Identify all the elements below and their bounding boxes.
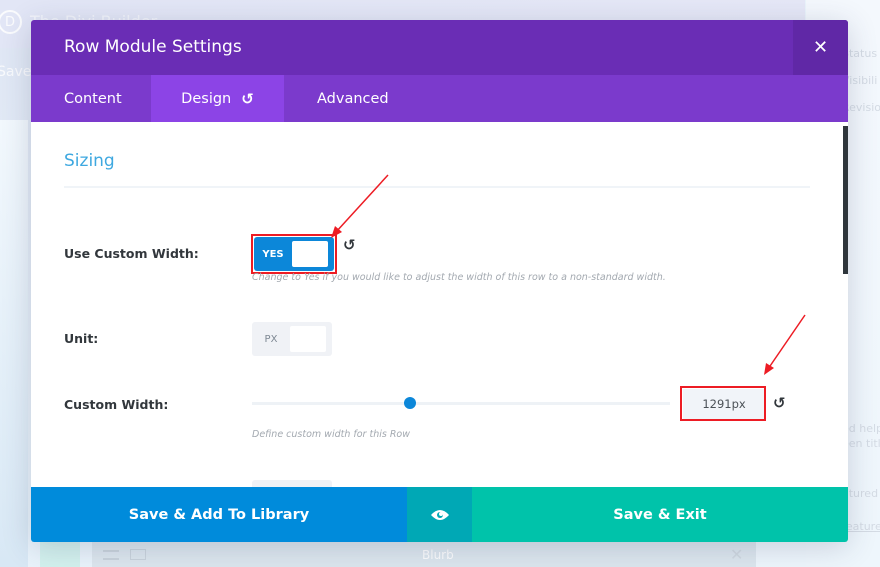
builder-save-label: Save <box>0 64 32 80</box>
custom-width-slider-track[interactable] <box>252 402 670 405</box>
help-text: Change to Yes if you would like to adjus… <box>252 272 666 283</box>
annotation-highlight <box>251 234 337 274</box>
modal-title: Row Module Settings <box>64 37 242 57</box>
toggle-knob <box>290 326 326 352</box>
tab-label: Content <box>64 90 122 107</box>
modal-header: Row Module Settings ✕ <box>31 20 848 75</box>
builder-section-strip <box>40 542 80 567</box>
help-text: Define custom width for this Row <box>252 429 411 440</box>
menu-icon <box>103 550 119 560</box>
button-label: Save & Add To Library <box>128 506 310 523</box>
close-module-icon: ✕ <box>730 545 744 564</box>
modal-body: Sizing Use Custom Width: YES ↺ Change to… <box>31 122 848 487</box>
reset-icon[interactable]: ↺ <box>773 394 786 412</box>
use-custom-width-label: Use Custom Width: <box>64 246 199 261</box>
section-title[interactable]: Sizing <box>64 151 115 171</box>
custom-width-slider-handle[interactable] <box>404 397 416 409</box>
tab-label: Design <box>181 90 232 107</box>
save-exit-button[interactable]: Save & Exit <box>472 487 848 542</box>
section-divider <box>64 186 810 188</box>
modal-footer: Save & Add To Library Save & Exit <box>31 487 848 542</box>
next-field-toggle[interactable] <box>252 480 332 487</box>
unit-toggle[interactable]: PX <box>252 322 332 356</box>
annotation-arrow <box>764 314 806 375</box>
unit-label: Unit: <box>64 331 99 346</box>
custom-width-label: Custom Width: <box>64 397 169 412</box>
close-icon: ✕ <box>812 37 829 58</box>
builder-left-strip <box>0 120 28 567</box>
scrollbar[interactable] <box>843 126 848 274</box>
eye-icon <box>430 509 449 520</box>
tab-content[interactable]: Content <box>31 75 151 122</box>
row-settings-modal: Row Module Settings ✕ Content Design ↺ A… <box>31 20 848 542</box>
preview-button[interactable] <box>407 487 472 542</box>
close-button[interactable]: ✕ <box>793 20 848 75</box>
tab-label: Advanced <box>317 90 389 107</box>
settings-tabs: Content Design ↺ Advanced <box>31 75 848 122</box>
annotation-highlight <box>680 386 766 421</box>
toggle-value: PX <box>264 333 278 345</box>
annotation-arrow <box>331 174 389 238</box>
button-label: Save & Exit <box>613 506 707 523</box>
tab-design[interactable]: Design ↺ <box>151 75 284 122</box>
tab-advanced[interactable]: Advanced <box>284 75 389 122</box>
save-add-library-button[interactable]: Save & Add To Library <box>31 487 407 542</box>
module-label: Blurb <box>422 548 454 562</box>
reset-icon: ↺ <box>241 89 254 108</box>
screen-icon <box>130 549 146 560</box>
